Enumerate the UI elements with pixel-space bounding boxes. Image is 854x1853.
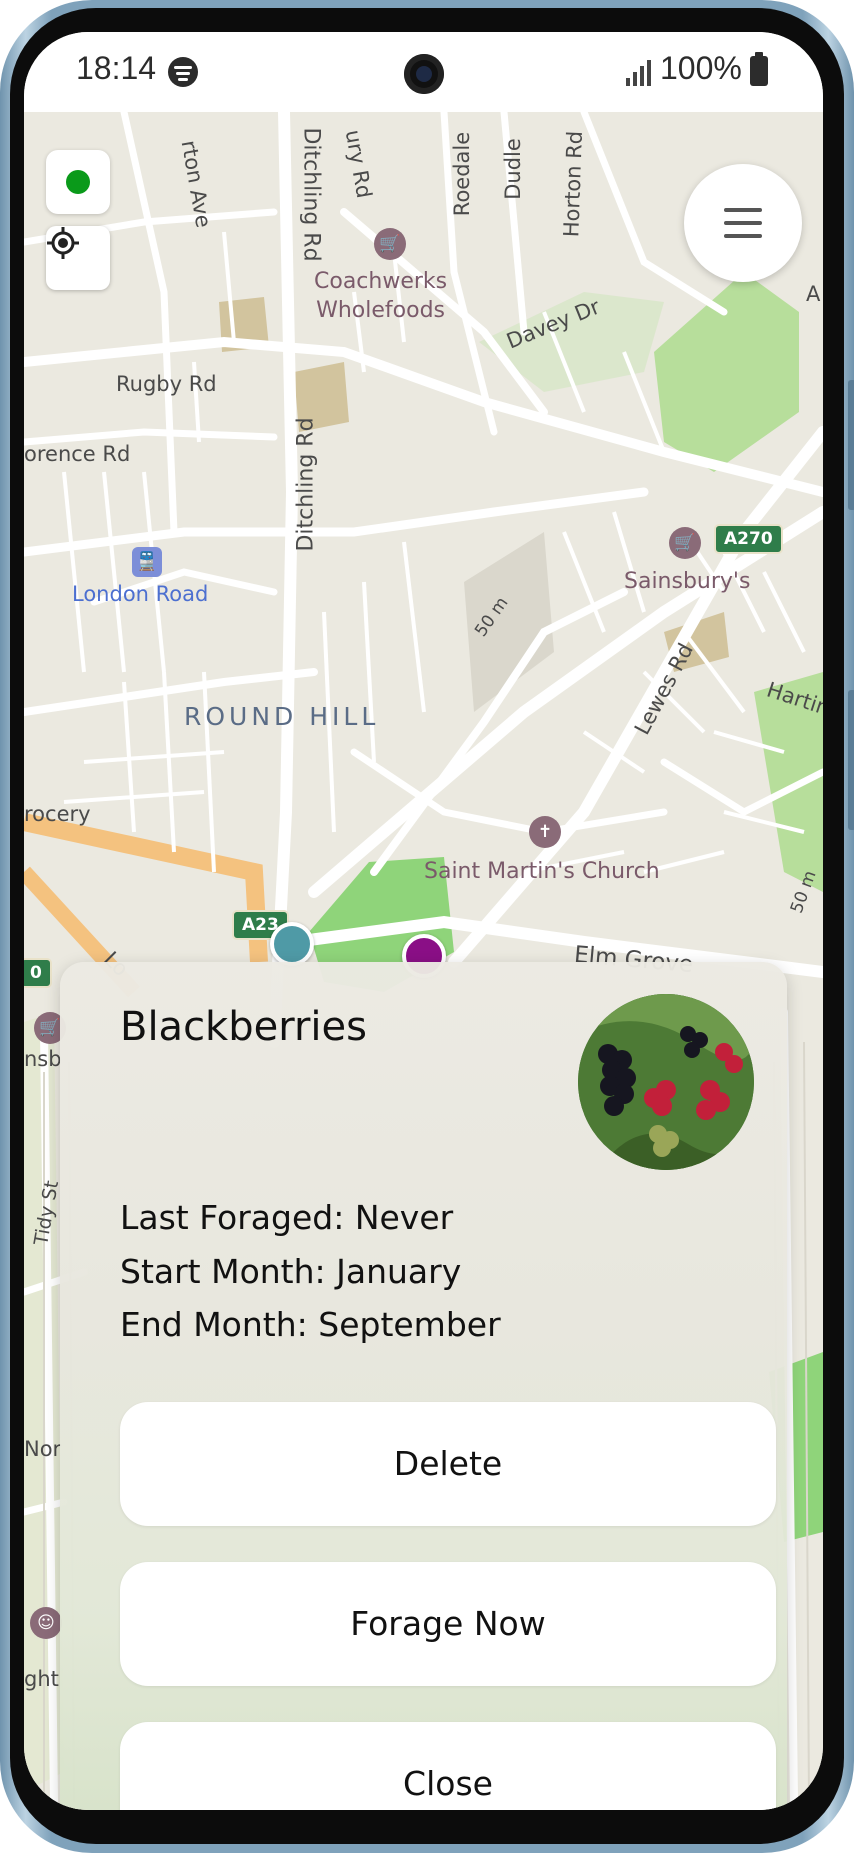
close-button[interactable]: Close [120, 1722, 776, 1810]
poi-label: Sainsbury's [624, 569, 751, 594]
street-label: nsb [24, 1047, 62, 1071]
poi-label: Coachwerks Wholefoods [314, 269, 448, 323]
train-station-icon[interactable]: 🚆 [132, 547, 162, 577]
street-label: A [806, 282, 821, 306]
street-label: Ditchling Rd [293, 417, 319, 552]
forage-now-button[interactable]: Forage Now [120, 1562, 776, 1686]
status-dot [66, 170, 90, 194]
blackberry-photo [578, 994, 754, 1170]
start-month-text: Start Month: January [120, 1252, 462, 1291]
road-shield: A270 [714, 524, 783, 554]
road-shield: 0 [24, 958, 52, 988]
street-label: Horton Rd [559, 130, 587, 238]
battery-percentage: 100% [660, 50, 742, 86]
street-label: ght [24, 1667, 59, 1691]
street-label: orence Rd [24, 442, 131, 466]
screen: 18:14 100% Ditchling Rd Ditchling Rd Rug… [24, 32, 823, 1810]
popup-title: Blackberries [120, 1004, 367, 1050]
church-icon[interactable]: ✝ [529, 816, 561, 848]
crosshair-icon [47, 227, 79, 259]
delete-button[interactable]: Delete [120, 1402, 776, 1526]
hamburger-icon [724, 208, 762, 238]
volume-button [848, 380, 854, 510]
status-time: 18:14 [76, 50, 157, 86]
power-button [848, 690, 854, 830]
shop-icon[interactable]: 🛒 [374, 228, 406, 260]
spotify-icon [168, 57, 198, 87]
street-label: Nor [24, 1437, 62, 1461]
end-month-text: End Month: September [120, 1305, 501, 1344]
street-label: Rugby Rd [116, 372, 217, 396]
camera-icon [404, 54, 444, 94]
street-label: Dudle [500, 138, 525, 200]
poi-label: Saint Martin's Church [424, 859, 660, 884]
status-bar: 18:14 100% [24, 32, 823, 112]
forage-marker[interactable] [270, 922, 314, 966]
shop-icon[interactable]: 🛒 [669, 527, 701, 559]
locate-me-button[interactable] [46, 226, 110, 290]
menu-button[interactable] [684, 164, 802, 282]
street-label: Ditchling Rd [298, 127, 324, 262]
signal-icon [624, 56, 654, 86]
area-label: ROUND HILL [184, 702, 380, 731]
street-label: rocery [24, 802, 91, 826]
location-status-indicator [46, 150, 110, 214]
battery-icon [750, 52, 768, 86]
street-label: Roedale [450, 131, 475, 217]
theatre-icon[interactable]: ☺ [30, 1607, 62, 1639]
last-foraged-text: Last Foraged: Never [120, 1198, 454, 1237]
station-label: London Road [72, 582, 209, 606]
forage-spot-popup: Blackberries Last Foraged: Never Start M… [60, 962, 787, 1810]
